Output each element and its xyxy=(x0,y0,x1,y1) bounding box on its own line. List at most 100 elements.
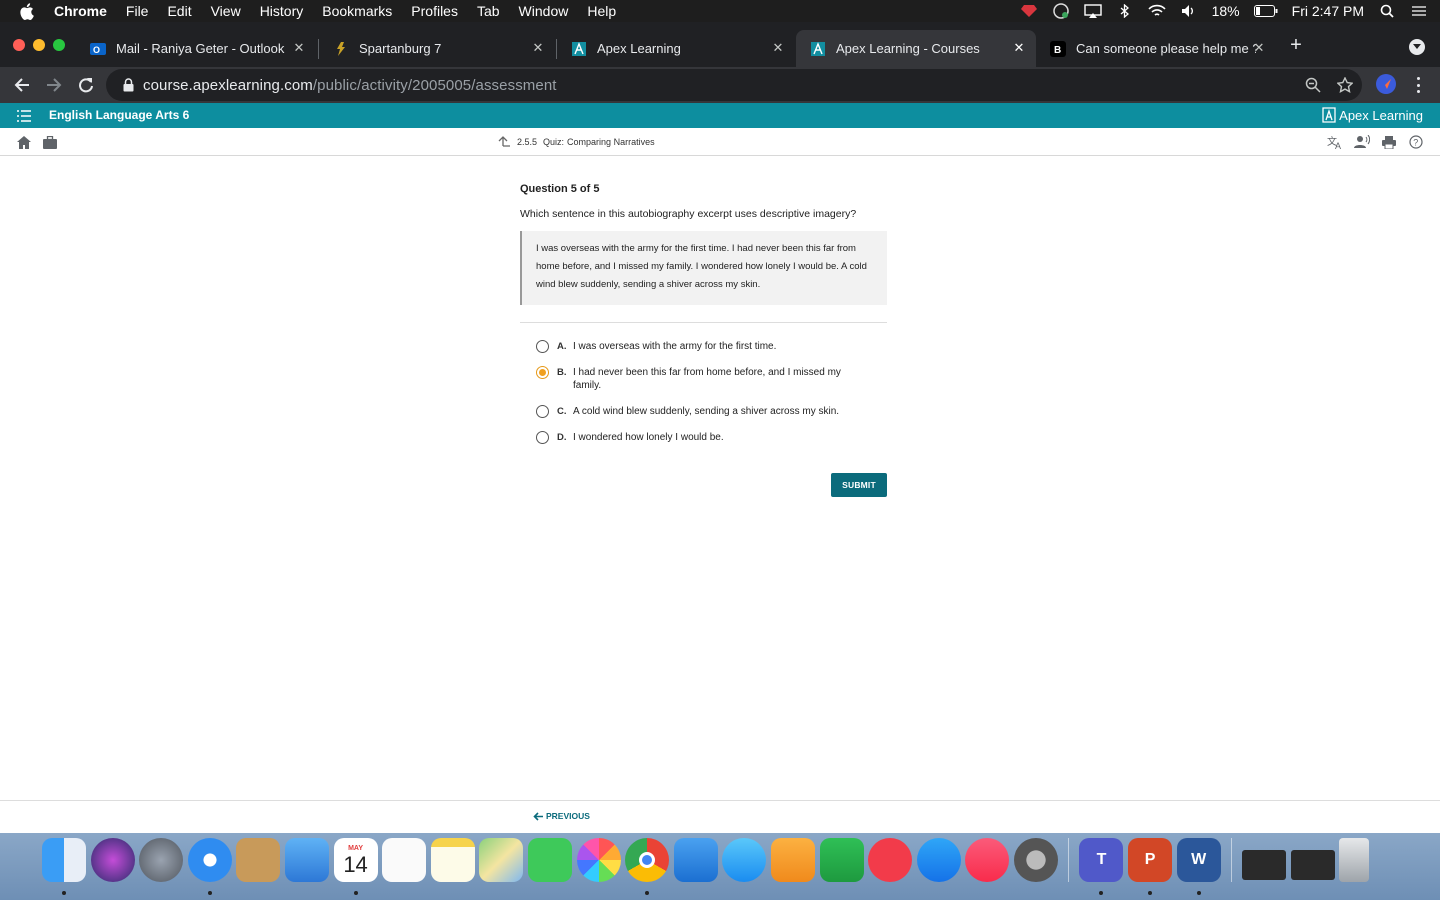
radio-button[interactable] xyxy=(536,431,549,444)
radio-button[interactable] xyxy=(536,405,549,418)
apple-icon[interactable] xyxy=(19,2,37,20)
previous-button[interactable]: PREVIOUS xyxy=(533,811,590,821)
menu-history[interactable]: History xyxy=(260,3,304,19)
tab-apex-courses-active[interactable]: Apex Learning - Courses ✕ xyxy=(796,30,1036,67)
submit-button[interactable]: SUBMIT xyxy=(831,473,887,497)
radio-button[interactable] xyxy=(536,340,549,353)
menu-help[interactable]: Help xyxy=(587,3,616,19)
numbers-icon[interactable] xyxy=(819,838,864,882)
messages-icon[interactable] xyxy=(722,838,767,882)
answer-text[interactable]: A cold wind blew suddenly, sending a shi… xyxy=(573,405,863,418)
minimized-window-thumbnail[interactable] xyxy=(1242,850,1287,880)
menubar-clock[interactable]: Fri 2:47 PM xyxy=(1292,3,1364,19)
close-tab-icon[interactable]: ✕ xyxy=(292,41,306,55)
spotlight-search-icon[interactable] xyxy=(1378,4,1396,18)
menu-profiles[interactable]: Profiles xyxy=(411,3,458,19)
tab-spartanburg[interactable]: Spartanburg 7 ✕ xyxy=(319,30,555,67)
profile-avatar[interactable] xyxy=(1376,74,1396,94)
answer-choice-b[interactable]: B. I had never been this far from home b… xyxy=(536,366,887,392)
menu-file[interactable]: File xyxy=(126,3,149,19)
control-center-icon[interactable] xyxy=(1410,4,1428,18)
contacts-icon[interactable] xyxy=(236,838,281,882)
window-zoom-button[interactable] xyxy=(53,39,65,51)
airplay-icon[interactable] xyxy=(1083,4,1102,18)
answer-text[interactable]: I had never been this far from home befo… xyxy=(573,366,863,392)
calendar-icon[interactable]: MAY 14 xyxy=(333,838,378,895)
system-preferences-icon[interactable] xyxy=(1013,838,1058,882)
translate-icon[interactable]: 文A xyxy=(1327,134,1343,150)
maps-icon[interactable] xyxy=(479,838,524,882)
photos-icon[interactable] xyxy=(576,838,621,882)
menu-view[interactable]: View xyxy=(211,3,241,19)
close-tab-icon[interactable]: ✕ xyxy=(531,41,545,55)
answer-choice-c[interactable]: C. A cold wind blew suddenly, sending a … xyxy=(536,405,887,418)
tab-brainly-question[interactable]: B Can someone please help me ? ✕ xyxy=(1036,30,1276,67)
tab-outlook-mail[interactable]: O Mail - Raniya Geter - Outlook ✕ xyxy=(76,30,316,67)
wifi-icon[interactable] xyxy=(1148,4,1166,18)
back-arrow-icon[interactable] xyxy=(10,73,34,97)
forward-arrow-icon[interactable] xyxy=(42,73,66,97)
trash-icon[interactable] xyxy=(1339,838,1370,882)
close-tab-icon[interactable]: ✕ xyxy=(771,41,785,55)
radio-button-selected[interactable] xyxy=(536,366,549,379)
launchpad-icon[interactable] xyxy=(139,838,184,882)
reminders-icon[interactable] xyxy=(382,838,427,882)
mail-icon[interactable] xyxy=(284,838,329,882)
volume-icon[interactable] xyxy=(1180,4,1198,18)
browser-tab-strip: O Mail - Raniya Geter - Outlook ✕ Sparta… xyxy=(0,22,1440,67)
window-minimize-button[interactable] xyxy=(33,39,45,51)
answer-text[interactable]: I wondered how lonely I would be. xyxy=(573,431,863,444)
facetime-icon[interactable] xyxy=(527,838,572,882)
chrome-icon[interactable] xyxy=(625,838,670,895)
app-store-icon[interactable] xyxy=(916,838,961,882)
help-icon[interactable]: ? xyxy=(1408,134,1424,150)
tab-apex-learning[interactable]: Apex Learning ✕ xyxy=(557,30,795,67)
word-icon[interactable]: W xyxy=(1176,838,1221,895)
finder-icon[interactable] xyxy=(42,838,86,895)
new-tab-button[interactable]: + xyxy=(1286,35,1306,56)
address-bar[interactable]: course.apexlearning.com/public/activity/… xyxy=(106,69,1362,101)
menu-edit[interactable]: Edit xyxy=(167,3,191,19)
close-tab-icon[interactable]: ✕ xyxy=(1012,41,1026,55)
minimized-chrome-window-thumbnail[interactable] xyxy=(1290,850,1335,880)
bluetooth-icon[interactable] xyxy=(1116,4,1134,18)
menu-tab[interactable]: Tab xyxy=(477,3,500,19)
read-aloud-icon[interactable] xyxy=(1354,134,1370,150)
vpn-globe-icon[interactable] xyxy=(1052,3,1070,19)
apex-learning-logo: Apex Learning xyxy=(1322,107,1423,123)
answer-choice-a[interactable]: A. I was overseas with the army for the … xyxy=(536,340,887,353)
home-icon[interactable] xyxy=(16,134,32,150)
lock-icon[interactable] xyxy=(120,77,136,93)
reload-icon[interactable] xyxy=(74,73,98,97)
tab-search-dropdown-icon[interactable] xyxy=(1409,39,1425,55)
chrome-menu-kebab-icon[interactable] xyxy=(1410,75,1426,95)
tab-title: Spartanburg 7 xyxy=(359,41,442,56)
dock-separator xyxy=(1231,838,1233,882)
gem-icon[interactable] xyxy=(1020,4,1038,18)
answer-text[interactable]: I was overseas with the army for the fir… xyxy=(573,340,863,353)
close-tab-icon[interactable]: ✕ xyxy=(1252,41,1266,55)
music-icon[interactable] xyxy=(965,838,1010,882)
up-arrow-icon[interactable] xyxy=(497,135,511,149)
powerpoint-icon[interactable]: P xyxy=(1128,838,1173,895)
url-host: course.apexlearning.com xyxy=(143,76,313,94)
print-icon[interactable] xyxy=(1381,134,1397,150)
menu-app-name[interactable]: Chrome xyxy=(54,3,107,19)
zoom-magnifier-icon[interactable] xyxy=(1304,76,1322,94)
teams-icon[interactable]: T xyxy=(1079,838,1124,895)
bookmark-star-icon[interactable] xyxy=(1336,76,1354,94)
window-close-button[interactable] xyxy=(13,39,25,51)
url-text[interactable]: course.apexlearning.com/public/activity/… xyxy=(143,77,557,94)
pages-icon[interactable] xyxy=(770,838,815,882)
briefcase-icon[interactable] xyxy=(42,134,58,150)
safari-icon[interactable] xyxy=(187,838,232,895)
notes-icon[interactable] xyxy=(430,838,475,882)
news-icon[interactable] xyxy=(868,838,913,882)
keynote-icon[interactable] xyxy=(673,838,718,882)
menu-bookmarks[interactable]: Bookmarks xyxy=(322,3,392,19)
answer-choice-d[interactable]: D. I wondered how lonely I would be. xyxy=(536,431,887,444)
menu-window[interactable]: Window xyxy=(519,3,569,19)
battery-icon[interactable] xyxy=(1253,4,1278,18)
siri-icon[interactable] xyxy=(90,838,135,882)
course-menu-icon[interactable] xyxy=(17,109,31,122)
